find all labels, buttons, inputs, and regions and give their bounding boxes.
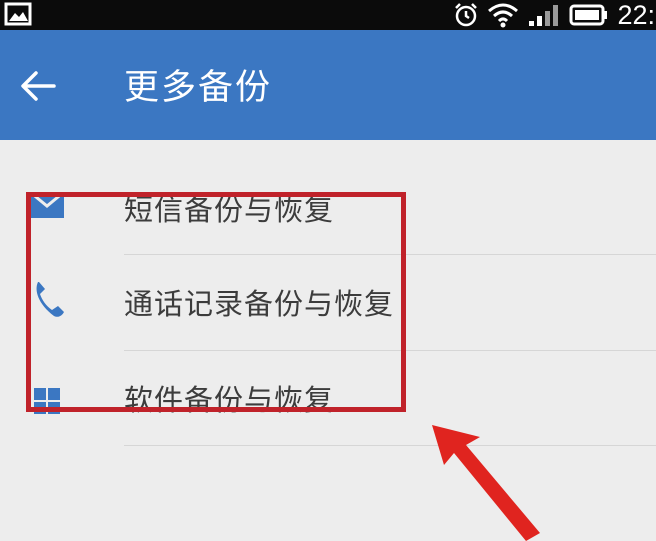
pointer-arrow-icon — [432, 425, 540, 541]
signal-icon — [529, 5, 559, 26]
picture-icon — [4, 2, 32, 26]
alarm-icon — [455, 3, 478, 27]
divider — [124, 445, 656, 446]
status-time: 22:0 — [617, 0, 656, 30]
battery-icon — [569, 4, 608, 26]
wifi-icon — [488, 3, 519, 28]
status-bar: 22:0 — [0, 0, 656, 30]
back-arrow-icon[interactable] — [14, 62, 62, 110]
status-icons: 22:0 — [453, 0, 656, 30]
page-title: 更多备份 — [124, 68, 273, 108]
highlight-box — [26, 192, 406, 412]
app-bar: 更多备份 — [0, 30, 656, 140]
